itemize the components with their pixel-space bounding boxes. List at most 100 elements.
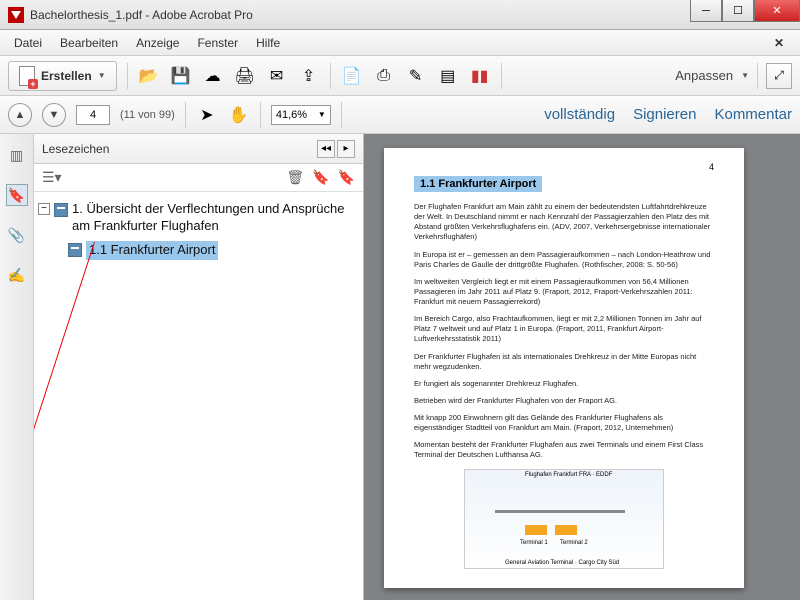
bookmark-panel: Lesezeichen ◂◂ ▸ ☰▾ 🗑 🔖 🔖 − 1. Übersicht…	[34, 134, 364, 600]
zoom-dropdown[interactable]: 41,6% ▼	[271, 105, 331, 125]
tab-sign[interactable]: Signieren	[633, 106, 696, 123]
create-label: Erstellen	[41, 69, 92, 83]
pdf-page: 4 1.1 Frankfurter Airport Der Flughafen …	[384, 148, 744, 588]
doc-body: Der Flughafen Frankfurt am Main zählt zu…	[414, 202, 714, 461]
new-bookmark-icon[interactable]: 🔖	[312, 169, 329, 186]
chevron-down-icon: ▼	[318, 110, 326, 119]
separator	[757, 63, 758, 89]
menubar: Datei Bearbeiten Anzeige Fenster Hilfe ✕	[0, 30, 800, 56]
options-menu-icon[interactable]: ☰▾	[42, 169, 62, 186]
open-file-icon[interactable]: 📂	[138, 65, 160, 87]
edit-icon[interactable]: ✎	[405, 65, 427, 87]
annotation-line	[34, 242, 95, 452]
para: Der Frankfurter Flughafen ist als intern…	[414, 352, 714, 372]
para: Momentan besteht der Frankfurter Flughaf…	[414, 440, 714, 460]
customize-button[interactable]: Anpassen	[675, 68, 733, 83]
panel-prev-icon[interactable]: ◂◂	[317, 140, 335, 158]
attachments-icon[interactable]: 📎	[6, 224, 28, 246]
select-tool-icon[interactable]: ➤	[196, 104, 218, 126]
para: Im Bereich Cargo, also Frachtaufkommen, …	[414, 314, 714, 344]
separator	[185, 102, 186, 128]
page-number-input[interactable]	[76, 105, 110, 125]
menu-window[interactable]: Fenster	[189, 33, 246, 53]
separator	[330, 63, 331, 89]
thumbnails-icon[interactable]: ▥	[6, 144, 28, 166]
map-title: Flughafen Frankfurt FRA · EDDF	[525, 472, 612, 478]
page-icon[interactable]: 📄	[341, 65, 363, 87]
delete-bookmark-icon[interactable]: 🗑	[286, 169, 304, 186]
tree-item[interactable]: − 1. Übersicht der Verflechtungen und An…	[38, 198, 359, 238]
left-rail: ▥ 🔖 📎 ✍	[0, 134, 34, 600]
document-view[interactable]: 4 1.1 Frankfurter Airport Der Flughafen …	[364, 134, 800, 600]
menu-file[interactable]: Datei	[6, 33, 50, 53]
prev-page-button[interactable]: ▲	[8, 103, 32, 127]
map-footer: General Aviation Terminal · Cargo City S…	[505, 560, 619, 566]
bookmark-toolbar: ☰▾ 🗑 🔖 🔖	[34, 164, 363, 192]
menubar-close-icon[interactable]: ✕	[766, 33, 792, 53]
window-buttons: ─ ☐ ✕	[690, 0, 800, 22]
bookmark-tree: − 1. Übersicht der Verflechtungen und An…	[34, 192, 363, 600]
map-label: Terminal 1	[520, 540, 548, 546]
tree-item-label: 1. Übersicht der Verflechtungen und Ansp…	[72, 201, 359, 235]
para: Im weltweiten Vergleich liegt er mit ein…	[414, 277, 714, 307]
multimedia-icon[interactable]: ▮▮	[469, 65, 491, 87]
para: In Europa ist er – gemessen an dem Passa…	[414, 250, 714, 270]
form-icon[interactable]: ▤	[437, 65, 459, 87]
panel-next-icon[interactable]: ▸	[337, 140, 355, 158]
zoom-value: 41,6%	[276, 109, 307, 121]
print-icon[interactable]: 🖨	[234, 65, 256, 87]
menu-help[interactable]: Hilfe	[248, 33, 288, 53]
bookmark-header: Lesezeichen ◂◂ ▸	[34, 134, 363, 164]
cloud-icon[interactable]: ☁	[202, 65, 224, 87]
bookmark-panel-title: Lesezeichen	[42, 142, 109, 156]
tab-tools[interactable]: vollständig	[544, 106, 615, 123]
collapse-icon[interactable]: −	[38, 203, 50, 215]
terminal-shape	[555, 525, 577, 535]
share-icon[interactable]: ⇪	[298, 65, 320, 87]
signatures-icon[interactable]: ✍	[6, 264, 28, 286]
para: Der Flughafen Frankfurt am Main zählt zu…	[414, 202, 714, 243]
separator	[501, 63, 502, 89]
bookmark-icon	[68, 243, 82, 257]
create-button[interactable]: Erstellen ▼	[8, 61, 117, 91]
create-doc-icon	[19, 66, 35, 86]
separator	[127, 63, 128, 89]
doc-heading: 1.1 Frankfurter Airport	[414, 176, 542, 192]
tree-item[interactable]: 1.1 Frankfurter Airport	[68, 238, 359, 263]
close-button[interactable]: ✕	[754, 0, 800, 22]
save-icon[interactable]: 💾	[170, 65, 192, 87]
map-label: Terminal 2	[560, 540, 588, 546]
fullscreen-icon[interactable]: ⤢	[766, 63, 792, 89]
para: Er fungiert als sogenannter Drehkreuz Fl…	[414, 379, 714, 389]
para: Betrieben wird der Frankfurter Flughafen…	[414, 396, 714, 406]
page-count: (11 von 99)	[120, 109, 175, 121]
main-area: ▥ 🔖 📎 ✍ Lesezeichen ◂◂ ▸ ☰▾ 🗑 🔖 🔖 − 1. Ü…	[0, 134, 800, 600]
bookmark-icon	[54, 203, 68, 217]
page-number: 4	[709, 162, 714, 172]
bookmarks-icon[interactable]: 🔖	[6, 184, 28, 206]
email-icon[interactable]: ✉	[266, 65, 288, 87]
main-toolbar: Erstellen ▼ 📂 💾 ☁ 🖨 ✉ ⇪ 📄 ⎙ ✎ ▤ ▮▮ Anpas…	[0, 56, 800, 96]
menu-view[interactable]: Anzeige	[128, 33, 187, 53]
window-title: Bachelorthesis_1.pdf - Adobe Acrobat Pro	[30, 8, 253, 22]
export-icon[interactable]: ⎙	[373, 65, 395, 87]
next-page-button[interactable]: ▼	[42, 103, 66, 127]
menu-edit[interactable]: Bearbeiten	[52, 33, 126, 53]
chevron-down-icon: ▼	[98, 71, 106, 80]
runway-shape	[495, 510, 625, 513]
minimize-button[interactable]: ─	[690, 0, 722, 22]
separator	[260, 102, 261, 128]
new-bookmark-from-icon[interactable]: 🔖	[338, 169, 355, 186]
app-icon	[8, 7, 24, 23]
tab-comment[interactable]: Kommentar	[714, 106, 792, 123]
terminal-shape	[525, 525, 547, 535]
hand-tool-icon[interactable]: ✋	[228, 104, 250, 126]
airport-map-figure: Flughafen Frankfurt FRA · EDDF Terminal …	[464, 469, 664, 569]
maximize-button[interactable]: ☐	[722, 0, 754, 22]
window-titlebar: Bachelorthesis_1.pdf - Adobe Acrobat Pro…	[0, 0, 800, 30]
separator	[341, 102, 342, 128]
tree-item-label: 1.1 Frankfurter Airport	[86, 241, 218, 260]
chevron-down-icon: ▼	[741, 71, 749, 80]
para: Mit knapp 200 Einwohnern gilt das Geländ…	[414, 413, 714, 433]
nav-toolbar: ▲ ▼ (11 von 99) ➤ ✋ 41,6% ▼ vollständig …	[0, 96, 800, 134]
